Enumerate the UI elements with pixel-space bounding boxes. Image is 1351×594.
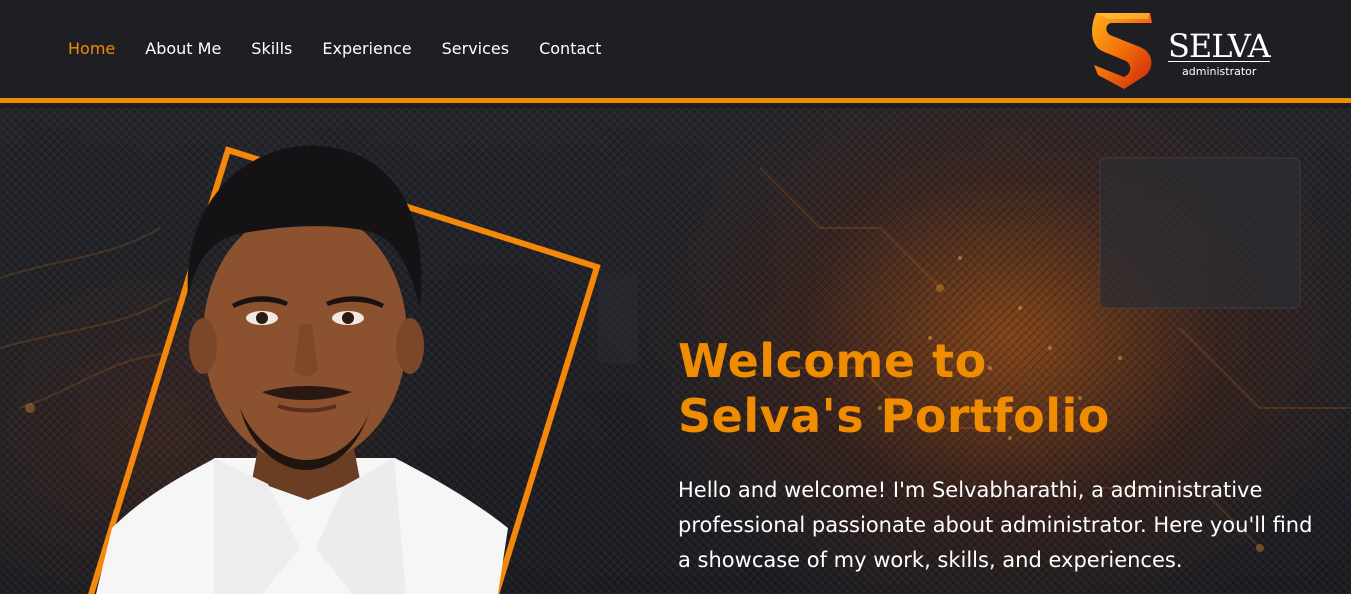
nav-link-home[interactable]: Home [68, 39, 115, 58]
s-shield-logo-icon [1092, 13, 1152, 89]
hero-title: Welcome to Selva's Portfolio [678, 334, 1110, 444]
nav-link-contact[interactable]: Contact [539, 39, 601, 58]
brand-logo[interactable]: SELVA administrator [1088, 9, 1278, 93]
hero-section: Welcome to Selva's Portfolio Hello and w… [0, 108, 1351, 594]
profile-photo-icon [88, 145, 601, 594]
brand-name: SELVA [1168, 27, 1271, 65]
nav-link-experience[interactable]: Experience [322, 39, 411, 58]
navbar: Home About Me Skills Experience Services… [0, 0, 1351, 103]
hero-intro-text: Hello and welcome! I'm Selvabharathi, a … [678, 478, 1313, 572]
brand-subtitle: administrator [1182, 65, 1257, 78]
nav-menu: Home About Me Skills Experience Services… [68, 39, 631, 58]
hero-title-line1: Welcome to [678, 334, 987, 388]
nav-link-services[interactable]: Services [442, 39, 509, 58]
nav-link-skills[interactable]: Skills [251, 39, 292, 58]
nav-link-about-me[interactable]: About Me [145, 39, 221, 58]
hero-title-line2: Selva's Portfolio [678, 389, 1110, 443]
